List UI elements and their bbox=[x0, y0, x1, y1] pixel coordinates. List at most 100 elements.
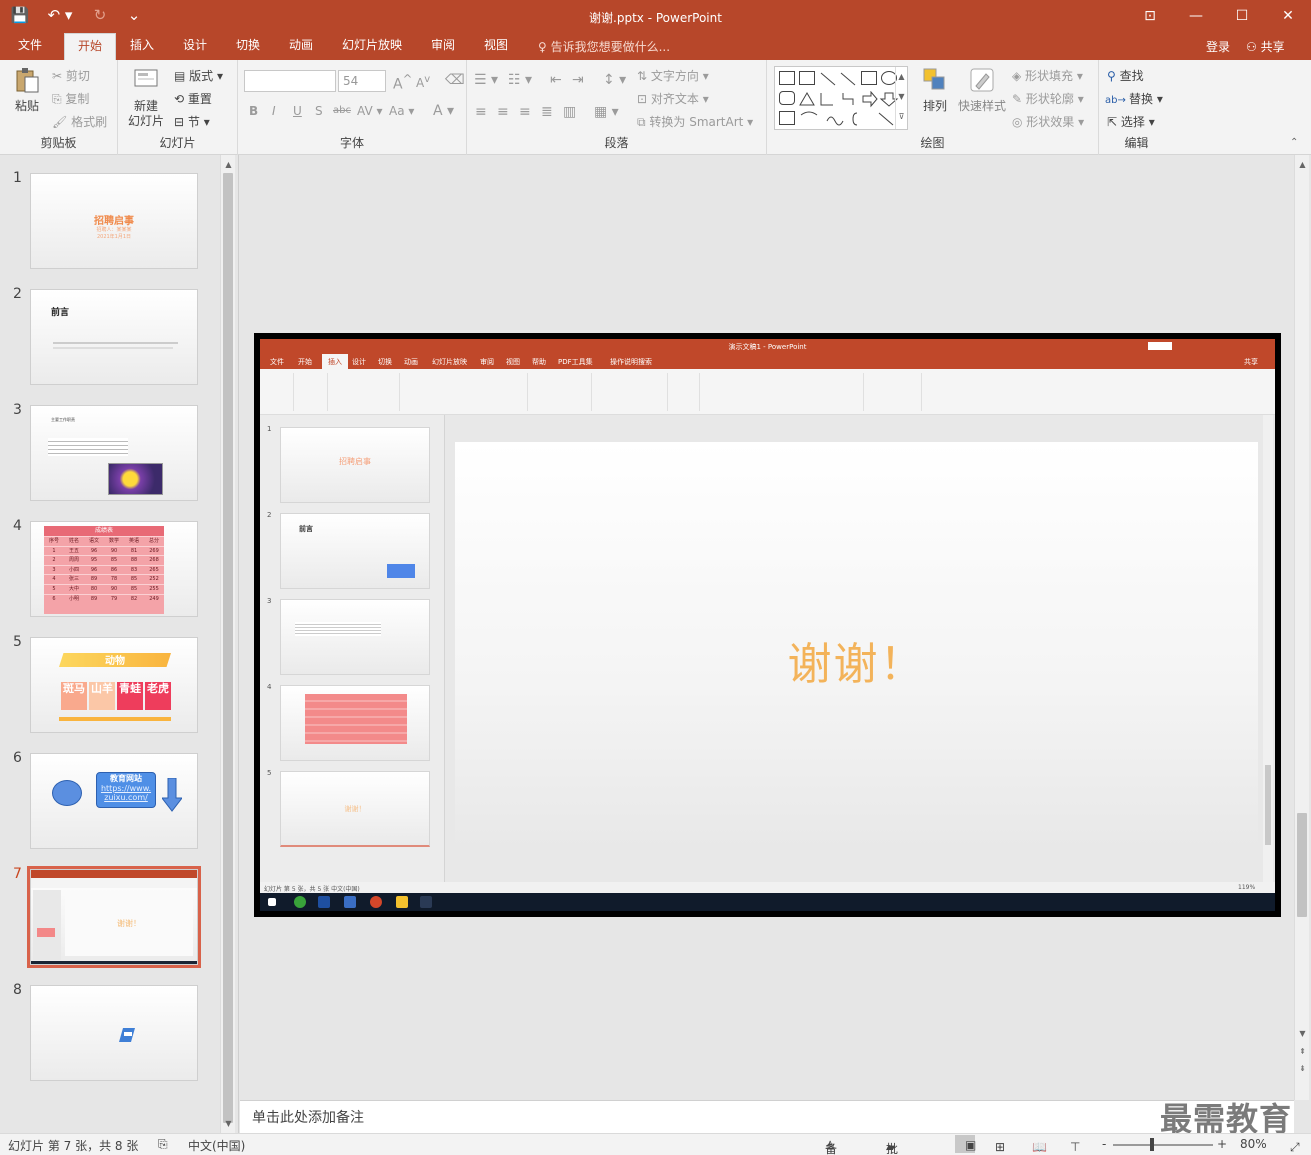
paste-button[interactable]: 粘贴 bbox=[10, 66, 44, 114]
shadow-button[interactable]: S bbox=[315, 104, 323, 118]
increase-indent-button[interactable]: ⇥ bbox=[572, 72, 584, 88]
scroll-thumb[interactable] bbox=[223, 173, 233, 1123]
arrange-button[interactable]: 排列 bbox=[918, 66, 952, 114]
bold-button[interactable]: B bbox=[249, 104, 258, 118]
strikethrough-button[interactable]: abc bbox=[333, 105, 351, 116]
tab-view[interactable]: 视图 bbox=[474, 33, 518, 60]
freeform-shape[interactable] bbox=[779, 111, 795, 125]
maximize-button[interactable]: ☐ bbox=[1219, 0, 1265, 33]
numbering-button[interactable]: ☷ ▾ bbox=[508, 72, 532, 88]
table-cell: 83 bbox=[130, 566, 138, 573]
vertical-textbox-shape[interactable] bbox=[799, 71, 815, 85]
collapse-ribbon-button[interactable]: ⌃ bbox=[1290, 137, 1298, 148]
align-text-button[interactable]: ⊡ 对齐文本 ▾ bbox=[637, 90, 709, 107]
align-center-button[interactable]: ≡ bbox=[497, 104, 509, 120]
tab-transitions[interactable]: 切换 bbox=[226, 33, 270, 60]
zoom-out-button[interactable]: - bbox=[1102, 1137, 1106, 1151]
scroll-thumb[interactable] bbox=[1297, 813, 1307, 917]
cut-button[interactable]: ✂ 剪切 bbox=[52, 67, 90, 84]
login-link[interactable]: 登录 bbox=[1206, 38, 1230, 55]
language-indicator[interactable]: 中文(中国) bbox=[188, 1137, 245, 1154]
table-cell: 96 bbox=[90, 547, 98, 554]
reset-button[interactable]: ⟲ 重置 bbox=[174, 90, 212, 107]
rounded-rect-shape[interactable] bbox=[779, 91, 795, 105]
font-color-button[interactable]: A ▾ bbox=[433, 103, 454, 119]
slide-thumbnail-1[interactable]: 招聘启事 招聘人：某某某 2021年1月1日 bbox=[30, 173, 198, 269]
format-painter-button[interactable]: 🖌 格式刷 bbox=[52, 113, 107, 130]
slide-thumbnail-6[interactable]: 教育网站 https://www. zuixu.com/ bbox=[30, 753, 198, 849]
clear-format-button[interactable]: ⌫ bbox=[445, 72, 465, 88]
align-left-button[interactable]: ≡ bbox=[475, 104, 487, 120]
thumb-body-lines bbox=[53, 347, 173, 349]
scroll-down-arrow-icon[interactable]: ▼ bbox=[221, 1117, 236, 1131]
minimize-button[interactable]: — bbox=[1173, 0, 1219, 33]
tell-me-search[interactable]: ♀ 告诉我您想要做什么... bbox=[538, 38, 670, 55]
columns-button[interactable]: ▦ ▾ bbox=[594, 104, 619, 120]
prev-slide-icon[interactable]: ⇞ bbox=[1295, 1045, 1310, 1059]
tab-home[interactable]: 开始 bbox=[64, 33, 116, 60]
new-slide-button[interactable]: 新建 幻灯片 bbox=[124, 66, 168, 129]
tab-design[interactable]: 设计 bbox=[173, 33, 217, 60]
shape-effects-button[interactable]: ◎ 形状效果 ▾ bbox=[1012, 113, 1084, 130]
justify-button[interactable]: ≣ bbox=[541, 104, 553, 120]
slide-thumbnail-5[interactable]: 动物 斑马 山羊 青蛙 老虎 bbox=[30, 637, 198, 733]
table-cell: 周周 bbox=[68, 557, 79, 564]
find-button[interactable]: ⚲ 查找 bbox=[1107, 67, 1144, 84]
shape-outline-button[interactable]: ✎ 形状轮廓 ▾ bbox=[1012, 90, 1084, 107]
spellcheck-icon[interactable]: ⎘ bbox=[158, 1137, 168, 1152]
shrink-font-button[interactable]: Av bbox=[416, 74, 430, 90]
smartart-button[interactable]: ⧉ 转换为 SmartArt ▾ bbox=[637, 113, 753, 130]
italic-button[interactable]: I bbox=[272, 104, 276, 118]
slide-thumbnail-3[interactable]: 主要工作职责 bbox=[30, 405, 198, 501]
tab-slideshow[interactable]: 幻灯片放映 bbox=[332, 33, 412, 60]
tab-insert[interactable]: 插入 bbox=[120, 33, 164, 60]
char-spacing-button[interactable]: AV ▾ bbox=[357, 104, 383, 118]
tab-file[interactable]: 文件 bbox=[8, 33, 52, 60]
replace-button[interactable]: ab→ 替换 ▾ bbox=[1105, 90, 1163, 107]
slide-thumbnail-7[interactable]: 谢谢！ bbox=[27, 866, 201, 968]
text-direction-button[interactable]: ⇅ 文字方向 ▾ bbox=[637, 67, 709, 84]
zoom-slider-thumb[interactable] bbox=[1150, 1138, 1154, 1151]
bullets-button[interactable]: ☰ ▾ bbox=[474, 72, 498, 88]
grow-font-button[interactable]: A^ bbox=[393, 72, 412, 93]
close-button[interactable]: ✕ bbox=[1265, 0, 1311, 33]
next-slide-icon[interactable]: ⇟ bbox=[1295, 1062, 1310, 1076]
shape-fill-button[interactable]: ◈ 形状填充 ▾ bbox=[1012, 67, 1083, 84]
font-name-dropdown[interactable] bbox=[244, 70, 336, 92]
layout-button[interactable]: ▤ 版式 ▾ bbox=[174, 67, 223, 84]
scroll-up-arrow-icon[interactable]: ▲ bbox=[1295, 158, 1310, 172]
thumbnail-scrollbar[interactable]: ▲ ▼ bbox=[220, 155, 235, 1133]
change-case-button[interactable]: Aa ▾ bbox=[389, 104, 414, 118]
line-spacing-button[interactable]: ↕ ▾ bbox=[603, 72, 626, 88]
tab-review[interactable]: 审阅 bbox=[421, 33, 465, 60]
notes-pane[interactable]: 单击此处添加备注 bbox=[240, 1100, 1294, 1133]
current-slide[interactable]: 演示文稿1 - PowerPoint 文件 开始 插入 设计 切换 动画 幻灯片… bbox=[254, 333, 1281, 917]
slide-thumbnail-8[interactable] bbox=[30, 985, 198, 1081]
shapes-scroll[interactable]: ▲ ▼ ⊽ bbox=[895, 67, 907, 129]
tab-animations[interactable]: 动画 bbox=[279, 33, 323, 60]
textbox-shape[interactable] bbox=[779, 71, 795, 85]
share-button[interactable]: ⚇ 共享 bbox=[1246, 38, 1285, 55]
slide-thumbnail-4[interactable]: 成绩表 序号 姓名 语文 数学 英语 总分 1 王五 96 90 81 269 2 周周 95 85 88 268… bbox=[30, 521, 198, 617]
select-button[interactable]: ⇱ 选择 ▾ bbox=[1107, 113, 1155, 130]
font-size-dropdown[interactable]: 54 bbox=[338, 70, 386, 92]
main-scrollbar[interactable]: ▲ ▼ ⇞ ⇟ bbox=[1294, 155, 1309, 1100]
notes-placeholder[interactable]: 单击此处添加备注 bbox=[252, 1107, 364, 1127]
ribbon-display-icon[interactable]: ⊡ bbox=[1127, 0, 1173, 33]
zoom-in-button[interactable]: + bbox=[1217, 1137, 1227, 1151]
copy-button[interactable]: ⎘ 复制 bbox=[52, 90, 89, 107]
zoom-slider[interactable] bbox=[1113, 1144, 1213, 1146]
section-button[interactable]: ⊟ 节 ▾ bbox=[174, 113, 210, 130]
shapes-gallery[interactable]: ▲ ▼ ⊽ bbox=[774, 66, 908, 130]
decrease-indent-button[interactable]: ⇤ bbox=[550, 72, 562, 88]
rectangle-shape[interactable] bbox=[861, 71, 877, 85]
underline-button[interactable]: U bbox=[293, 104, 302, 118]
scroll-up-arrow-icon[interactable]: ▲ bbox=[221, 158, 236, 172]
slide-thumbnail-2[interactable]: 前言 bbox=[30, 289, 198, 385]
align-right-button[interactable]: ≡ bbox=[519, 104, 531, 120]
normal-view-button[interactable]: ▣ bbox=[955, 1135, 976, 1153]
scroll-down-arrow-icon[interactable]: ▼ bbox=[1295, 1027, 1310, 1041]
quick-styles-button[interactable]: 快速样式 bbox=[956, 66, 1008, 114]
zoom-level[interactable]: 80% bbox=[1240, 1137, 1267, 1151]
distributed-button[interactable]: ▥ bbox=[563, 104, 576, 120]
